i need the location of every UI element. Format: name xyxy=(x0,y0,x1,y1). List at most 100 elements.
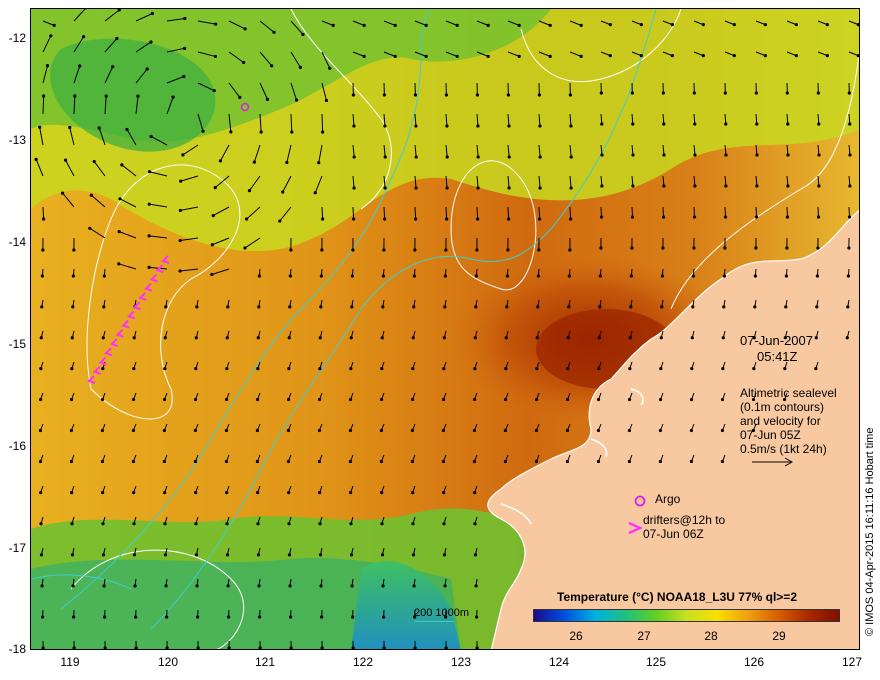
velocity-arrow-head xyxy=(181,153,185,157)
velocity-arrow-head xyxy=(290,130,294,134)
velocity-arrow-head xyxy=(194,553,199,557)
velocity-arrow-head xyxy=(414,155,418,159)
velocity-arrow-head xyxy=(567,274,571,278)
velocity-arrow-head xyxy=(845,336,849,340)
velocity-arrow-head xyxy=(350,305,354,309)
velocity-arrow-head xyxy=(227,615,231,619)
velocity-arrow-head xyxy=(101,336,105,340)
velocity-arrow-head xyxy=(102,584,106,588)
velocity-arrow-head xyxy=(68,125,72,130)
velocity-arrow-head xyxy=(693,153,697,157)
velocity-arrow-head xyxy=(196,615,200,619)
velocity-arrow-head xyxy=(70,367,74,371)
velocity-arrow-head xyxy=(285,160,289,165)
velocity-arrow-head xyxy=(599,246,603,250)
velocity-arrow-head xyxy=(474,305,478,309)
velocity-arrow-head xyxy=(380,553,385,557)
velocity-arrow-head xyxy=(414,186,418,190)
velocity-arrow-head xyxy=(34,157,38,161)
velocity-arrow-head xyxy=(785,91,789,95)
velocity-arrow-head xyxy=(69,459,74,464)
colorbar-tick: 26 xyxy=(569,629,583,643)
velocity-arrow-head xyxy=(243,246,247,250)
velocity-arrow-head xyxy=(442,522,446,526)
velocity-arrow-head xyxy=(568,93,572,97)
velocity-arrow-head xyxy=(472,428,477,433)
velocity-arrow-head xyxy=(476,217,480,221)
velocity-arrow-head xyxy=(569,186,573,190)
velocity-arrow-head xyxy=(567,305,571,309)
velocity-arrow-head xyxy=(42,217,46,221)
velocity-arrow-head xyxy=(81,35,86,39)
velocity-arrow-head xyxy=(380,336,384,340)
velocity-arrow-head xyxy=(503,397,508,402)
sst-map[interactable] xyxy=(30,8,860,650)
velocity-arrow-head xyxy=(194,367,198,371)
velocity-arrow-head xyxy=(257,305,261,309)
velocity-arrow-head xyxy=(193,459,198,464)
velocity-arrow-head xyxy=(60,191,65,195)
velocity-arrow-head xyxy=(324,98,329,103)
velocity-arrow-head xyxy=(383,186,387,190)
velocity-arrow-head xyxy=(379,428,384,433)
velocity-arrow-head xyxy=(255,397,260,402)
velocity-arrow-head xyxy=(486,54,490,58)
velocity-arrow-head xyxy=(381,584,385,588)
velocity-arrow-head xyxy=(149,40,153,44)
velocity-arrow-head xyxy=(732,54,736,58)
velocity-arrow-head xyxy=(162,459,167,464)
velocity-arrow-head xyxy=(381,274,385,278)
lat-label: -17 xyxy=(8,541,26,555)
velocity-arrow-head xyxy=(320,248,324,252)
velocity-arrow-head xyxy=(165,646,169,649)
velocity-arrow-head xyxy=(689,428,694,433)
velocity-arrow-head xyxy=(134,615,138,619)
velocity-arrow-head xyxy=(225,367,229,371)
velocity-arrow-head xyxy=(362,54,366,58)
velocity-arrow-head xyxy=(318,553,323,557)
velocity-arrow-head xyxy=(473,367,477,371)
lat-label: -16 xyxy=(8,439,26,453)
colorbar-tick: 27 xyxy=(637,629,651,643)
drifter-legend-icon xyxy=(628,521,643,535)
velocity-arrow-head xyxy=(506,248,510,252)
velocity-arrow-head xyxy=(475,615,479,619)
velocity-arrow-head xyxy=(662,184,666,188)
velocity-arrow-head xyxy=(701,23,705,27)
velocity-arrow-head xyxy=(662,153,666,157)
velocity-arrow-head xyxy=(288,584,292,588)
velocity-arrow-head xyxy=(224,428,229,433)
velocity-arrow-head xyxy=(41,248,45,252)
velocity-arrow-head xyxy=(690,336,694,340)
velocity-arrow-head xyxy=(569,217,573,221)
velocity-arrow-head xyxy=(382,646,386,649)
velocity-arrow-head xyxy=(351,248,355,252)
velocity-arrow-head xyxy=(383,124,387,128)
velocity-arrow-head xyxy=(784,274,788,278)
velocity-arrow-head xyxy=(445,155,449,159)
velocity-arrow-head xyxy=(693,122,697,126)
velocity-arrow-head xyxy=(352,155,356,159)
velocity-arrow-head xyxy=(565,428,570,433)
velocity-arrow-head xyxy=(548,23,552,27)
velocity-arrow-head xyxy=(319,584,323,588)
velocity-arrow-head xyxy=(794,54,798,58)
velocity-arrow-head xyxy=(287,367,291,371)
velocity-arrow-head xyxy=(579,23,583,27)
velocity-arrow-head xyxy=(318,522,322,526)
velocity-arrow-head xyxy=(629,305,633,309)
velocity-arrow-head xyxy=(596,428,601,433)
velocity-arrow-head xyxy=(162,428,167,433)
velocity-arrow-head xyxy=(701,54,705,58)
velocity-arrow-head xyxy=(349,522,353,526)
velocity-arrow-head xyxy=(183,16,187,21)
velocity-arrow xyxy=(414,206,417,220)
altimetry-line: 07-Jun 05Z xyxy=(740,428,801,442)
velocity-arrow-head xyxy=(245,217,249,221)
velocity-arrow-head xyxy=(225,522,229,526)
velocity-arrow-head xyxy=(569,155,573,159)
velocity-arrow-head xyxy=(150,11,154,16)
velocity-arrow-head xyxy=(754,91,758,95)
velocity-arrow-head xyxy=(132,367,136,371)
velocity-arrow-head xyxy=(265,97,270,101)
